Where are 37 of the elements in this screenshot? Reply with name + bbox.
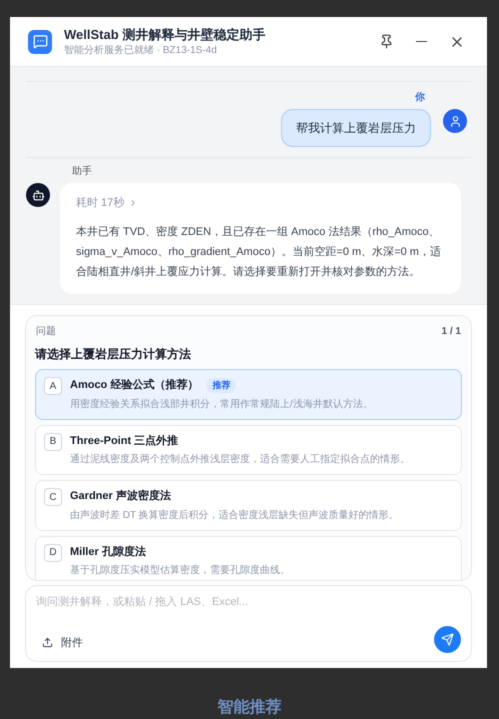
message-text: 本井已有 TVD、密度 ZDEN，且已存在一组 Amoco 法结果（rho_Amoco、sigma_v_Amoco、rho_gradient_Amoco）。当前空距=0 m、水深=0 m，适合陆相直井/斜井上覆应力计算。请选择要重新打开并核对参数的方法。 (76, 224, 442, 280)
option-item[interactable]: A Amoco 经验公式（推荐） 推荐 用密度经验关系拟合浅部井积分，常用作常规陆上/浅海井默认方法。 (35, 369, 462, 420)
assistant-avatar-icon (26, 183, 50, 207)
option-item[interactable]: C Gardner 声波密度法 由声波时差 DT 换算密度后积分，适合密度浅层缺失但声波质量好的情形。 (35, 480, 462, 530)
option-item[interactable]: D Miller 孔隙度法 基于孔隙度压实模型估算密度，需要孔隙度曲线。 (35, 536, 462, 580)
option-title: Three-Point 三点外推 (70, 434, 178, 448)
message-input[interactable]: 询问测井解释，或粘贴 / 拖入 LAS、Excel... (36, 594, 461, 610)
minimize-icon (416, 40, 427, 42)
author-label: 助手 (72, 164, 93, 179)
question-label: 问题 (36, 325, 56, 339)
upload-icon (42, 637, 53, 648)
author-label: 你 (415, 90, 425, 105)
option-title: Amoco 经验公式（推荐） (70, 378, 198, 393)
option-letter: B (44, 432, 62, 450)
option-title: Gardner 声波密度法 (70, 488, 171, 504)
question-title: 请选择上覆岩层压力计算方法 (35, 346, 192, 363)
option-title: Miller 孔隙度法 (70, 544, 146, 560)
send-button[interactable] (434, 626, 461, 653)
option-letter: C (44, 488, 62, 506)
question-counter: 1 / 1 (442, 325, 461, 339)
option-letter: A (44, 377, 62, 395)
option-description: 由声波时差 DT 换算密度后积分，适合密度浅层缺失但声波质量好的情形。 (70, 508, 399, 522)
user-avatar-icon (443, 109, 467, 133)
option-description: 通过泥线密度及两个控制点外推浅层密度，适合需要人工指定拟合点的情形。 (70, 452, 410, 467)
window-title: WellStab 测井解释与井壁稳定助手 (64, 26, 266, 44)
option-letter: D (44, 544, 62, 562)
option-description: 用密度经验关系拟合浅部井积分，常用作常规陆上/浅海井默认方法。 (70, 398, 373, 412)
window-subtitle: 智能分析服务已就绪 · BZ13-1S-4d (64, 44, 218, 58)
attach-button[interactable]: 附件 (36, 632, 89, 653)
option-item[interactable]: B Three-Point 三点外推 通过泥线密度及两个控制点外推浅层密度，适合需要人工指定拟合点的情形。 (35, 424, 462, 475)
chat-icon (28, 30, 52, 54)
option-description: 基于孔隙度压实模型估算密度，需要孔隙度曲线。 (70, 564, 290, 578)
recommended-badge: 推荐 (206, 378, 236, 393)
send-icon (441, 633, 454, 646)
pin-icon (379, 34, 394, 49)
message-bubble: 帮我计算上覆岩层压力 (281, 109, 431, 147)
caption-text: 智能推荐 (216, 699, 282, 717)
